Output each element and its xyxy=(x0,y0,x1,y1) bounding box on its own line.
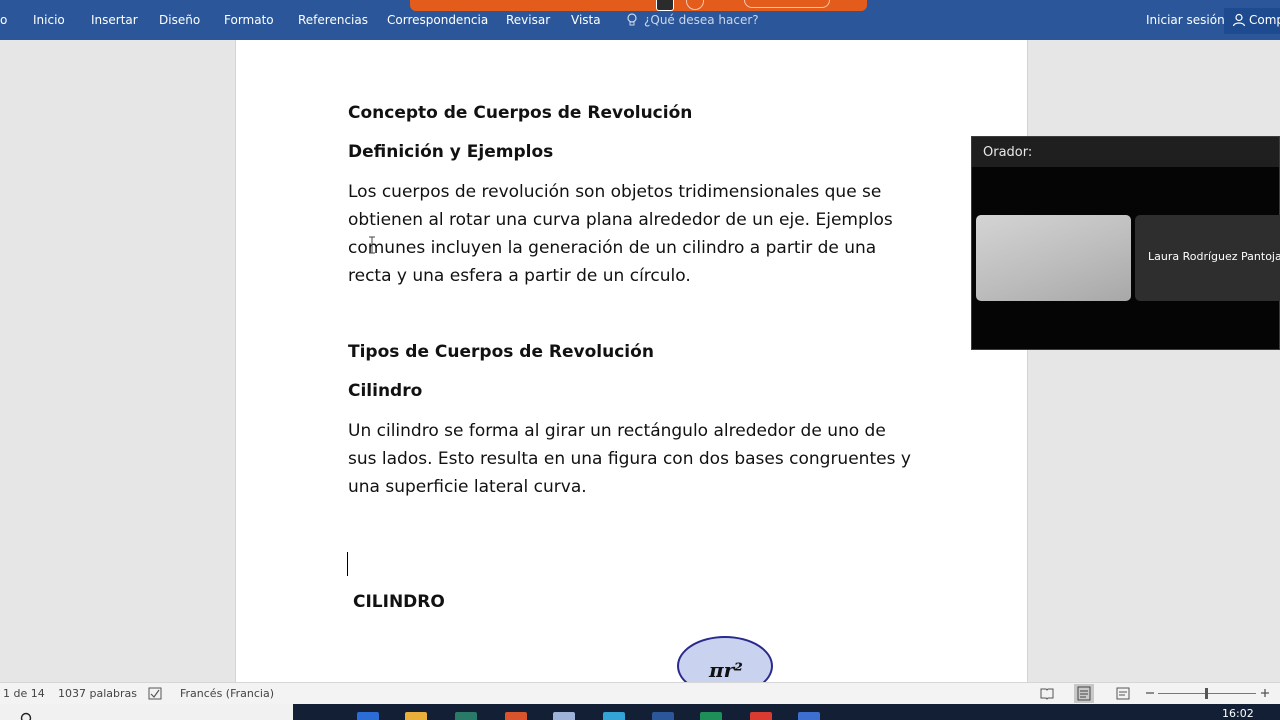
taskbar-app-icon[interactable] xyxy=(700,712,722,720)
tab-mailings[interactable]: Correspondencia xyxy=(387,13,488,27)
tab-insert[interactable]: Insertar xyxy=(91,13,138,27)
page-count[interactable]: 1 de 14 xyxy=(3,687,45,700)
doc-title: Concepto de Cuerpos de Revolución xyxy=(348,103,693,123)
share-bar-stop-icon[interactable] xyxy=(656,0,674,11)
taskbar-search[interactable] xyxy=(0,704,293,720)
paragraph-line: comunes incluyen la generación de un cil… xyxy=(348,238,877,258)
word-count[interactable]: 1037 palabras xyxy=(58,687,137,700)
sign-in-link[interactable]: Iniciar sesión xyxy=(1146,13,1225,27)
share-button[interactable]: Compartir xyxy=(1224,8,1280,34)
folder-icon[interactable] xyxy=(405,712,427,720)
paragraph-line: recta y una esfera a partir de un círcul… xyxy=(348,266,691,286)
taskbar-app-icon[interactable] xyxy=(798,712,820,720)
powerpoint-icon[interactable] xyxy=(505,712,527,720)
doc-section-heading: Tipos de Cuerpos de Revolución xyxy=(348,342,654,362)
taskbar-app-icon[interactable] xyxy=(603,712,625,720)
chrome-icon[interactable] xyxy=(750,712,772,720)
tab-home[interactable]: Inicio xyxy=(33,13,65,27)
zoom-out-icon[interactable] xyxy=(1145,688,1155,698)
paragraph-line: sus lados. Esto resulta en una figura co… xyxy=(348,449,911,469)
taskbar-app-icon[interactable] xyxy=(357,712,379,720)
doc-subsection-heading: Cilindro xyxy=(348,381,423,401)
tab-review[interactable]: Revisar xyxy=(506,13,550,27)
text-cursor xyxy=(347,552,348,576)
video-tile[interactable] xyxy=(976,215,1131,301)
tab-file[interactable]: o xyxy=(0,13,7,27)
clock[interactable]: 16:02 xyxy=(1222,707,1254,720)
tell-me-placeholder: ¿Qué desea hacer? xyxy=(644,13,759,27)
paragraph-line: Un cilindro se forma al girar un rectáng… xyxy=(348,421,886,441)
print-layout-icon[interactable] xyxy=(1074,684,1094,703)
participant-tile[interactable]: Laura Rodríguez Pantoja xyxy=(1135,215,1280,301)
zoom-slider-thumb[interactable] xyxy=(1205,688,1208,699)
proofing-icon[interactable] xyxy=(148,687,162,700)
speaker-panel[interactable]: Orador: Laura Rodríguez Pantoja xyxy=(971,136,1280,350)
share-bar-pause-icon[interactable] xyxy=(686,0,704,10)
screen-share-toolbar[interactable] xyxy=(410,0,867,11)
language-indicator[interactable]: Francés (Francia) xyxy=(180,687,274,700)
word-icon[interactable] xyxy=(652,712,674,720)
tab-design[interactable]: Diseño xyxy=(159,13,200,27)
tab-format[interactable]: Formato xyxy=(224,13,274,27)
lightbulb-icon xyxy=(627,13,637,26)
status-bar: 1 de 14 1037 palabras Francés (Francia) xyxy=(0,682,1280,704)
paragraph-line: obtienen al rotar una curva plana alrede… xyxy=(348,210,893,230)
read-mode-icon[interactable] xyxy=(1040,687,1054,700)
speaker-panel-title: Orador: xyxy=(972,137,1279,167)
zoom-in-icon[interactable] xyxy=(1260,688,1270,698)
tell-me-search[interactable]: ¿Qué desea hacer? xyxy=(626,13,759,27)
web-layout-icon[interactable] xyxy=(1116,687,1130,700)
figure-label: CILINDRO xyxy=(353,592,445,612)
paragraph-line: una superficie lateral curva. xyxy=(348,477,587,497)
tab-references[interactable]: Referencias xyxy=(298,13,368,27)
share-label: Compartir xyxy=(1249,13,1280,27)
doc-subtitle: Definición y Ejemplos xyxy=(348,142,554,162)
taskbar-app-icon[interactable] xyxy=(553,712,575,720)
tab-view[interactable]: Vista xyxy=(571,13,601,27)
taskbar-app-icon[interactable] xyxy=(455,712,477,720)
ibeam-cursor-icon xyxy=(369,236,375,254)
person-icon xyxy=(1232,13,1246,27)
paragraph-line: Los cuerpos de revolución son objetos tr… xyxy=(348,182,882,202)
ribbon: o Inicio Insertar Diseño Formato Referen… xyxy=(0,0,1280,40)
search-icon xyxy=(20,712,32,720)
share-bar-control[interactable] xyxy=(744,0,830,8)
formula-text: πr² xyxy=(709,658,743,682)
taskbar: 16:02 xyxy=(0,704,1280,720)
